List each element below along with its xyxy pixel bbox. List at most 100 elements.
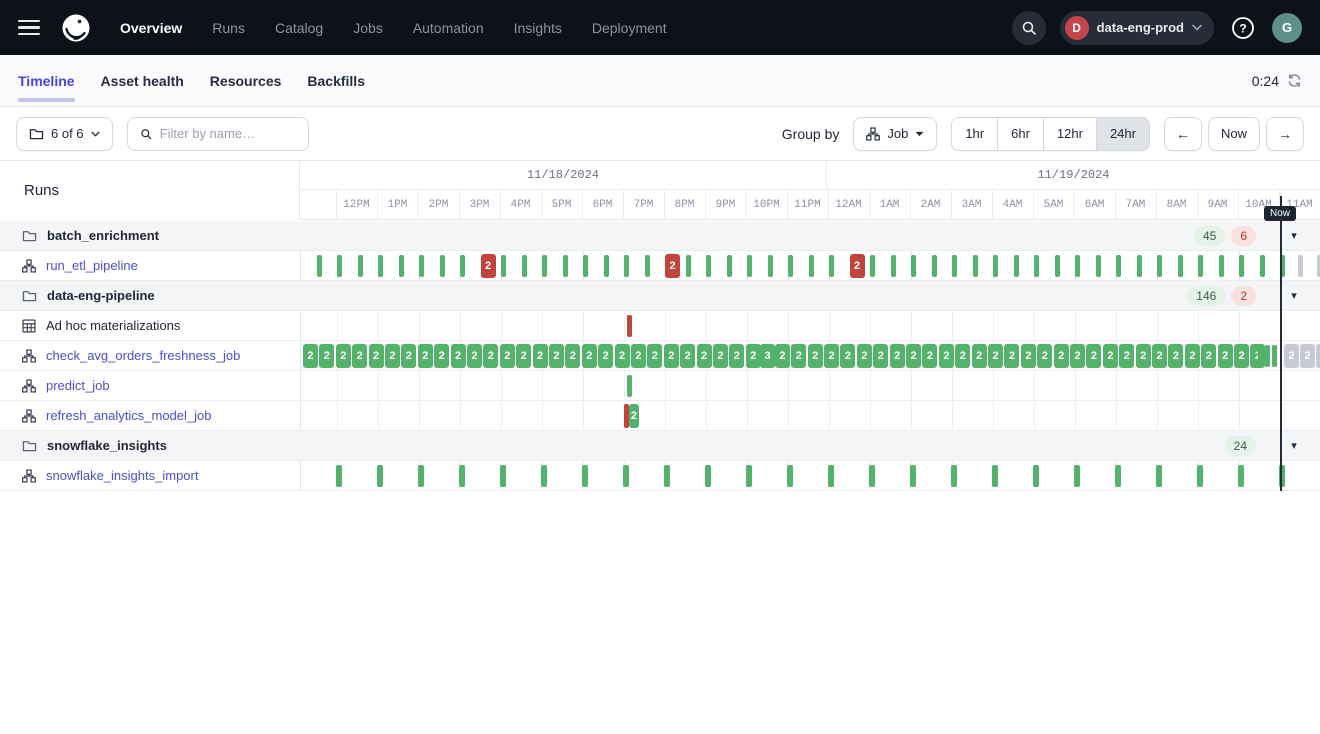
run-bar-green[interactable]: 2 [791, 344, 806, 368]
nav-item-insights[interactable]: Insights [514, 20, 562, 36]
run-bar-green[interactable]: 2 [629, 404, 639, 428]
run-bar-green[interactable]: 2 [369, 344, 384, 368]
run-bar-green[interactable] [583, 255, 588, 277]
run-bar-green[interactable] [1178, 255, 1183, 277]
run-bar-green[interactable] [911, 255, 916, 277]
run-bar-green[interactable]: 2 [500, 344, 515, 368]
run-bar-green[interactable]: 2 [1021, 344, 1036, 368]
run-bar-green[interactable]: 2 [890, 344, 905, 368]
run-bar-green[interactable] [910, 465, 916, 487]
run-bar-green[interactable]: 2 [972, 344, 987, 368]
run-bar-green[interactable] [1238, 465, 1244, 487]
run-bar-green[interactable] [828, 465, 834, 487]
run-bar-green[interactable] [378, 255, 383, 277]
refresh-icon[interactable] [1287, 73, 1302, 88]
run-bar-green[interactable] [623, 465, 629, 487]
job-link[interactable]: check_avg_orders_freshness_job [46, 348, 240, 363]
run-bar-green[interactable] [993, 255, 998, 277]
run-bar-green[interactable]: 2 [906, 344, 921, 368]
run-bar-green[interactable]: 2 [857, 344, 872, 368]
run-bar-green[interactable]: 2 [873, 344, 888, 368]
nav-item-runs[interactable]: Runs [212, 20, 245, 36]
timeline-now-button[interactable]: Now [1208, 117, 1260, 151]
run-bar-green[interactable] [747, 255, 752, 277]
job-link[interactable]: run_etl_pipeline [46, 258, 138, 273]
run-bar-green[interactable] [440, 255, 445, 277]
run-bar-green[interactable] [627, 375, 632, 397]
run-bar-green[interactable]: 2 [401, 344, 416, 368]
run-bar-green[interactable]: 2 [434, 344, 449, 368]
run-bar-green[interactable] [1014, 255, 1019, 277]
run-bar-green[interactable] [1033, 465, 1039, 487]
run-bar-green[interactable]: 2 [680, 344, 695, 368]
help-icon[interactable]: ? [1228, 13, 1258, 43]
nav-item-automation[interactable]: Automation [413, 20, 484, 36]
filter-by-name-input[interactable] [160, 126, 296, 141]
run-bar-gray[interactable]: 2 [1316, 344, 1320, 368]
run-bar-green[interactable]: 2 [467, 344, 482, 368]
run-bar-green[interactable] [500, 465, 506, 487]
run-bar-green[interactable]: 2 [713, 344, 728, 368]
run-bar-green[interactable] [604, 255, 609, 277]
run-bar-green[interactable] [787, 465, 793, 487]
run-bar-green[interactable]: 2 [824, 344, 839, 368]
run-bar-green[interactable] [377, 465, 383, 487]
run-bar-green[interactable] [563, 255, 568, 277]
run-bar-green[interactable] [582, 465, 588, 487]
run-bar-green[interactable] [1156, 465, 1162, 487]
range-6hr-button[interactable]: 6hr [997, 118, 1043, 150]
run-bar-green[interactable] [1265, 345, 1270, 367]
run-bar-green[interactable]: 2 [1234, 344, 1249, 368]
run-bar-green[interactable] [686, 255, 691, 277]
run-bar-green[interactable]: 2 [808, 344, 823, 368]
run-bar-green[interactable]: 2 [483, 344, 498, 368]
run-bar-green[interactable]: 2 [418, 344, 433, 368]
run-bar-green[interactable] [337, 255, 342, 277]
run-bar-green[interactable]: 2 [582, 344, 597, 368]
run-bar-green[interactable] [869, 465, 875, 487]
run-bar-green[interactable] [336, 465, 342, 487]
timeline-next-button[interactable]: → [1266, 117, 1304, 151]
run-bar-green[interactable]: 2 [631, 344, 646, 368]
tab-resources[interactable]: Resources [210, 55, 282, 106]
nav-item-overview[interactable]: Overview [120, 20, 182, 36]
run-bar-green[interactable]: 2 [1119, 344, 1134, 368]
run-bar-green[interactable] [951, 465, 957, 487]
timeline-prev-button[interactable]: ← [1164, 117, 1202, 151]
nav-item-jobs[interactable]: Jobs [353, 20, 383, 36]
job-link[interactable]: snowflake_insights_import [46, 468, 198, 483]
run-bar-red[interactable] [624, 404, 629, 428]
run-bar-green[interactable] [1115, 465, 1121, 487]
run-bar-green[interactable]: 3 [760, 344, 775, 368]
run-bar-green[interactable] [1198, 255, 1203, 277]
run-bar-green[interactable] [1055, 255, 1060, 277]
run-bar-green[interactable] [624, 255, 629, 277]
run-bar-green[interactable]: 2 [697, 344, 712, 368]
run-bar-red[interactable]: 2 [850, 254, 865, 278]
run-bar-green[interactable] [501, 255, 506, 277]
run-bar-green[interactable] [705, 465, 711, 487]
run-bar-green[interactable]: 2 [988, 344, 1003, 368]
run-bar-green[interactable] [1258, 345, 1263, 367]
run-bar-green[interactable] [460, 255, 465, 277]
deployment-switcher[interactable]: D data-eng-prod [1060, 11, 1214, 45]
run-bar-gray[interactable]: 2 [1284, 344, 1299, 368]
run-bar-green[interactable] [1239, 255, 1244, 277]
run-bar-green[interactable] [891, 255, 896, 277]
run-bar-green[interactable]: 2 [1152, 344, 1167, 368]
run-bar-green[interactable]: 2 [922, 344, 937, 368]
run-bar-green[interactable]: 2 [939, 344, 954, 368]
run-bar-green[interactable]: 2 [1037, 344, 1052, 368]
run-bar-green[interactable] [1272, 345, 1277, 367]
run-bar-green[interactable] [399, 255, 404, 277]
range-24hr-button[interactable]: 24hr [1096, 118, 1149, 150]
run-bar-green[interactable] [541, 465, 547, 487]
run-bar-green[interactable]: 2 [775, 344, 790, 368]
run-bar-green[interactable]: 2 [1168, 344, 1183, 368]
run-bar-green[interactable] [809, 255, 814, 277]
run-bar-gray[interactable] [1298, 255, 1303, 277]
run-bar-green[interactable]: 2 [615, 344, 630, 368]
run-bar-gray[interactable]: 2 [1300, 344, 1315, 368]
run-bar-green[interactable]: 2 [1103, 344, 1118, 368]
run-bar-green[interactable]: 2 [352, 344, 367, 368]
